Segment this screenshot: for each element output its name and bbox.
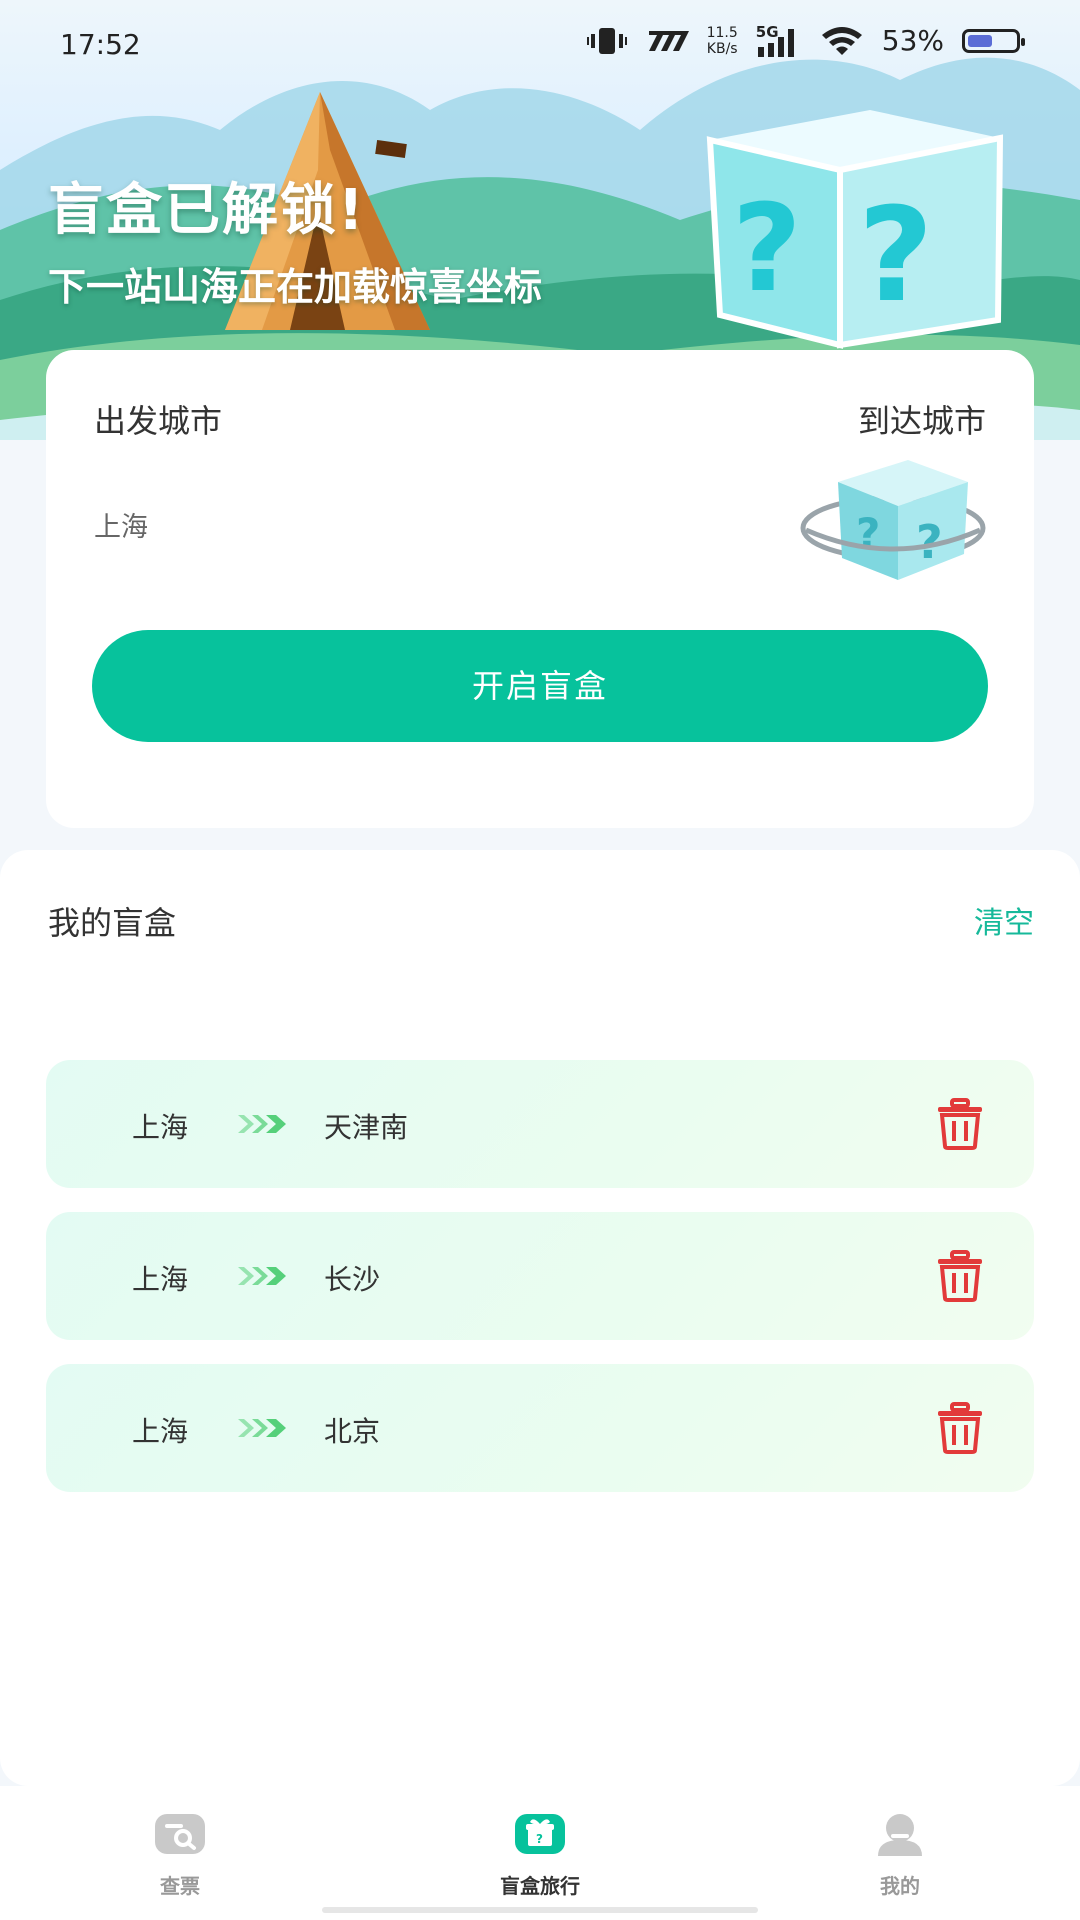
- network-speed-unit: KB/s: [706, 40, 738, 57]
- network-speed-value: 11.5: [706, 24, 738, 41]
- delete-icon[interactable]: [936, 1250, 984, 1302]
- my-blind-boxes-title: 我的盲盒: [48, 904, 177, 942]
- network-speed: 11.5 KB/s: [707, 25, 738, 57]
- vibrate-icon: [586, 27, 627, 54]
- wifi-icon: [821, 26, 862, 55]
- nav-tab-blind-box-travel[interactable]: ? 盲盒旅行: [440, 1786, 640, 1899]
- departure-city-label: 出发城市: [94, 402, 223, 440]
- list-item[interactable]: 上海 长沙: [46, 1212, 1034, 1340]
- nav-label-tickets: 查票: [160, 1874, 200, 1898]
- svg-text:?: ?: [536, 1832, 543, 1846]
- signal-icon: 5G: [756, 23, 802, 57]
- delete-icon[interactable]: [936, 1402, 984, 1454]
- blind-box-card: 出发城市 到达城市 上海 ? ? 开启盲盒: [46, 350, 1034, 828]
- bottom-nav: 查票 ? 盲盒旅行 我的: [0, 1786, 1080, 1920]
- battery-percent: 53%: [881, 24, 944, 57]
- delete-icon[interactable]: [936, 1098, 984, 1150]
- hero-subtitle: 下一站山海正在加载惊喜坐标: [48, 265, 543, 309]
- battery-icon: [962, 28, 1025, 53]
- clear-button[interactable]: 清空: [974, 898, 1034, 942]
- status-time: 17:52: [60, 28, 141, 61]
- hero-title: 盲盒已解锁!: [48, 178, 366, 243]
- profile-icon: [878, 1814, 922, 1856]
- ticket-search-icon: [155, 1814, 205, 1854]
- nav-label-blind-box-travel: 盲盒旅行: [500, 1874, 580, 1898]
- nav-tab-mine[interactable]: 我的: [800, 1786, 1000, 1899]
- nav-tab-tickets[interactable]: 查票: [80, 1786, 280, 1899]
- item-to-city: 长沙: [324, 1263, 381, 1296]
- list-item[interactable]: 上海 北京: [46, 1364, 1034, 1492]
- item-to-city: 天津南: [324, 1111, 409, 1144]
- mystery-box-icon: ? ?: [800, 460, 986, 580]
- list-item[interactable]: 上海 天津南: [46, 1060, 1034, 1188]
- carrier-logo-icon: [648, 30, 689, 51]
- gift-box-icon: ?: [515, 1814, 565, 1854]
- route-arrow-icon: [238, 1267, 286, 1285]
- route-arrow-icon: [238, 1115, 286, 1133]
- item-from-city: 上海: [132, 1111, 189, 1144]
- nav-label-mine: 我的: [880, 1874, 920, 1898]
- my-blind-boxes-panel: 我的盲盒 清空 上海 天津南 上海 长沙 上海 北京: [0, 850, 1080, 1786]
- open-blind-box-button[interactable]: 开启盲盒: [92, 630, 988, 742]
- svg-text:?: ?: [858, 179, 933, 331]
- item-from-city: 上海: [132, 1415, 189, 1448]
- status-bar: 17:52 11.5 KB/s 5G 53%: [0, 0, 1080, 90]
- item-from-city: 上海: [132, 1263, 189, 1296]
- svg-text:?: ?: [732, 180, 802, 319]
- home-indicator[interactable]: [322, 1907, 758, 1913]
- departure-city-value[interactable]: 上海: [94, 505, 148, 544]
- arrival-city-label: 到达城市: [857, 402, 986, 440]
- route-arrow-icon: [238, 1419, 286, 1437]
- item-to-city: 北京: [324, 1415, 381, 1448]
